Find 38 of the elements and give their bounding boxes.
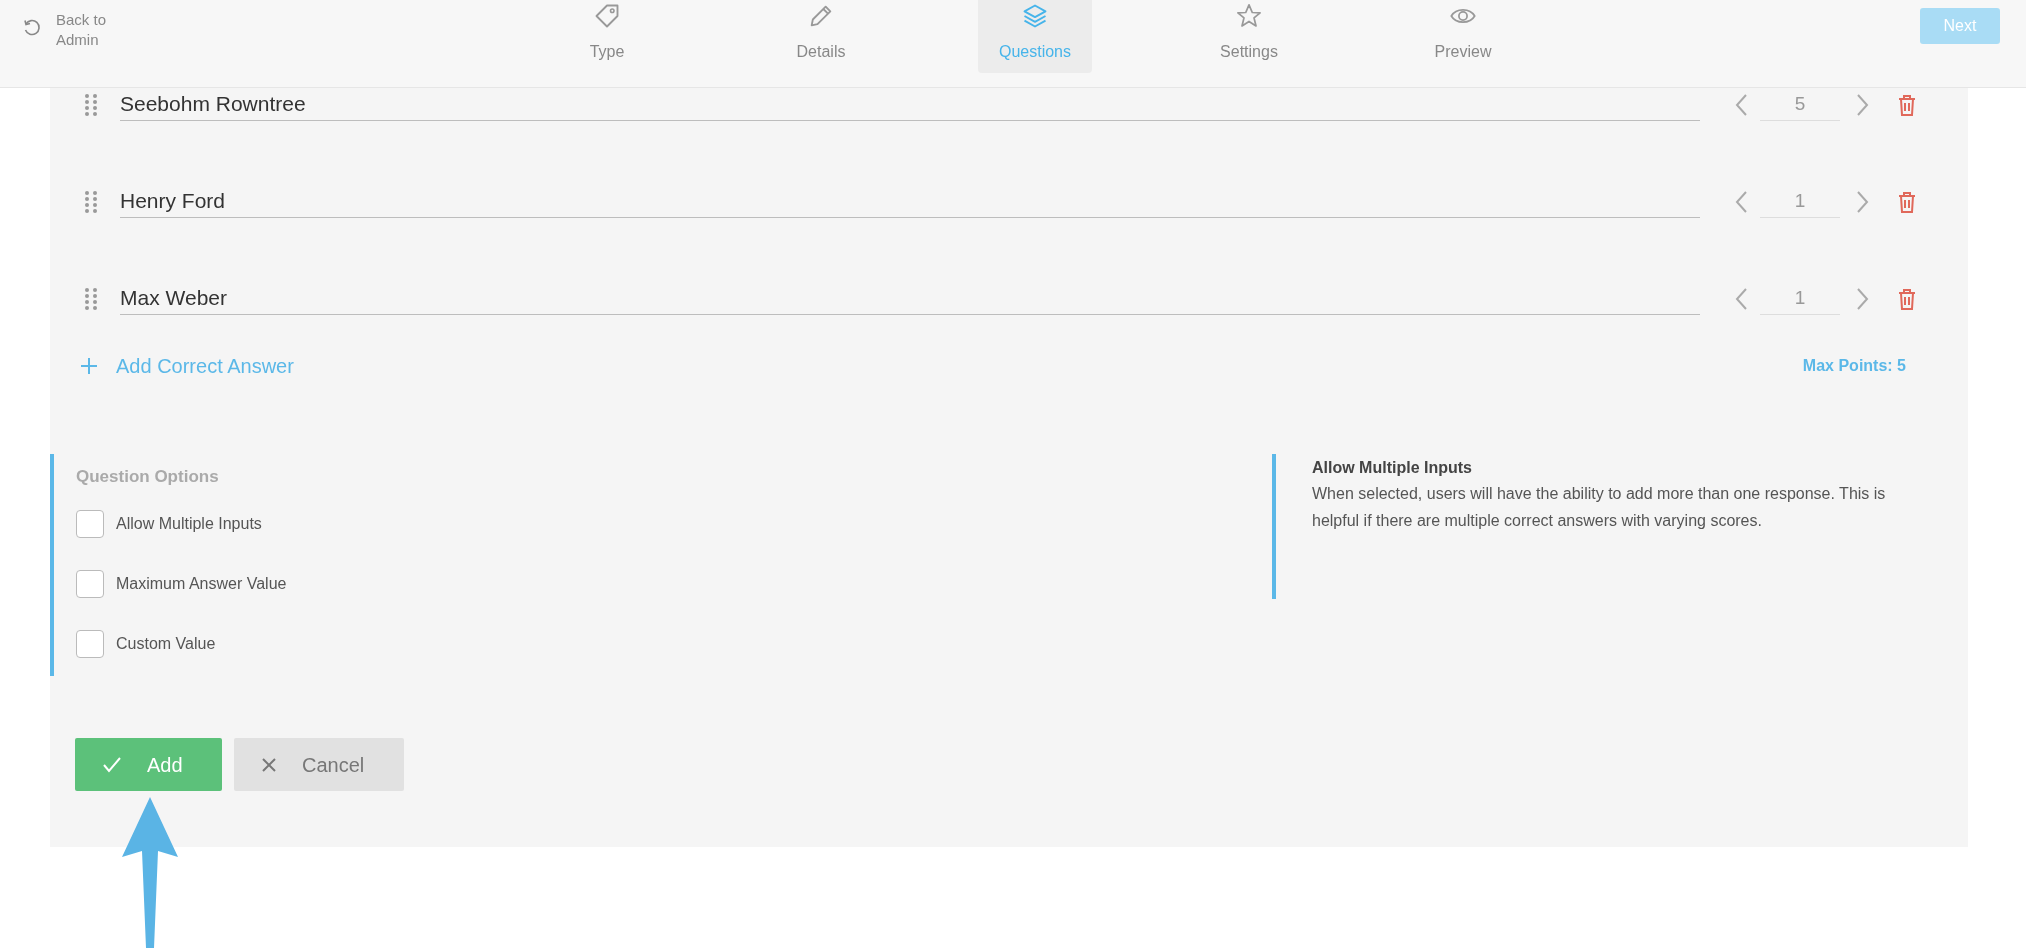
answer-field[interactable]: Max Weber bbox=[120, 282, 1700, 315]
checkmark-icon bbox=[103, 756, 121, 773]
points-field[interactable]: 5 bbox=[1760, 88, 1840, 121]
close-icon bbox=[262, 757, 276, 772]
points-field[interactable]: 1 bbox=[1760, 282, 1840, 315]
trash-icon[interactable] bbox=[1898, 287, 1916, 310]
answer-field[interactable]: Seebohm Rowntree bbox=[120, 88, 1700, 121]
back-link[interactable]: Back to Admin bbox=[56, 10, 116, 50]
trash-icon[interactable] bbox=[1898, 93, 1916, 116]
tag-icon bbox=[593, 2, 621, 30]
checkbox-label: Allow Multiple Inputs bbox=[116, 513, 262, 534]
star-icon bbox=[1235, 2, 1263, 30]
cancel-button[interactable]: Cancel bbox=[234, 738, 404, 791]
add-answer-link[interactable]: Add Correct Answer bbox=[80, 351, 294, 381]
tab[interactable]: Type bbox=[550, 0, 664, 73]
layers-icon bbox=[1021, 2, 1049, 30]
checkbox[interactable] bbox=[76, 629, 104, 658]
drag-handle-icon[interactable] bbox=[84, 189, 98, 214]
drag-handle-icon[interactable] bbox=[84, 286, 98, 311]
tab[interactable]: Questions bbox=[978, 0, 1092, 73]
add-button[interactable]: Add bbox=[75, 738, 222, 791]
tab[interactable]: Preview bbox=[1406, 0, 1520, 73]
checkbox[interactable] bbox=[76, 569, 104, 598]
answer-field[interactable]: Henry Ford bbox=[120, 185, 1700, 218]
help-text: When selected, users will have the ability to add more than one response. This is helpful if there are multiple correct answers with varying scores. bbox=[1312, 484, 1887, 531]
tab[interactable]: Settings bbox=[1192, 0, 1306, 73]
plus-icon bbox=[80, 357, 98, 375]
max-points-text: Max Points: 5 bbox=[1802, 356, 1906, 376]
checkbox-label: Custom Value bbox=[116, 633, 216, 654]
checkbox[interactable] bbox=[76, 509, 104, 538]
help-title: Allow Multiple Inputs bbox=[1312, 458, 1473, 478]
tab[interactable]: Details bbox=[764, 0, 878, 73]
section-title: Question Options bbox=[76, 466, 220, 488]
checkbox-label: Maximum Answer Value bbox=[116, 573, 287, 594]
undo-icon[interactable] bbox=[22, 18, 42, 38]
points-field[interactable]: 1 bbox=[1760, 185, 1840, 218]
trash-icon[interactable] bbox=[1898, 190, 1916, 213]
drag-handle-icon[interactable] bbox=[84, 92, 98, 117]
